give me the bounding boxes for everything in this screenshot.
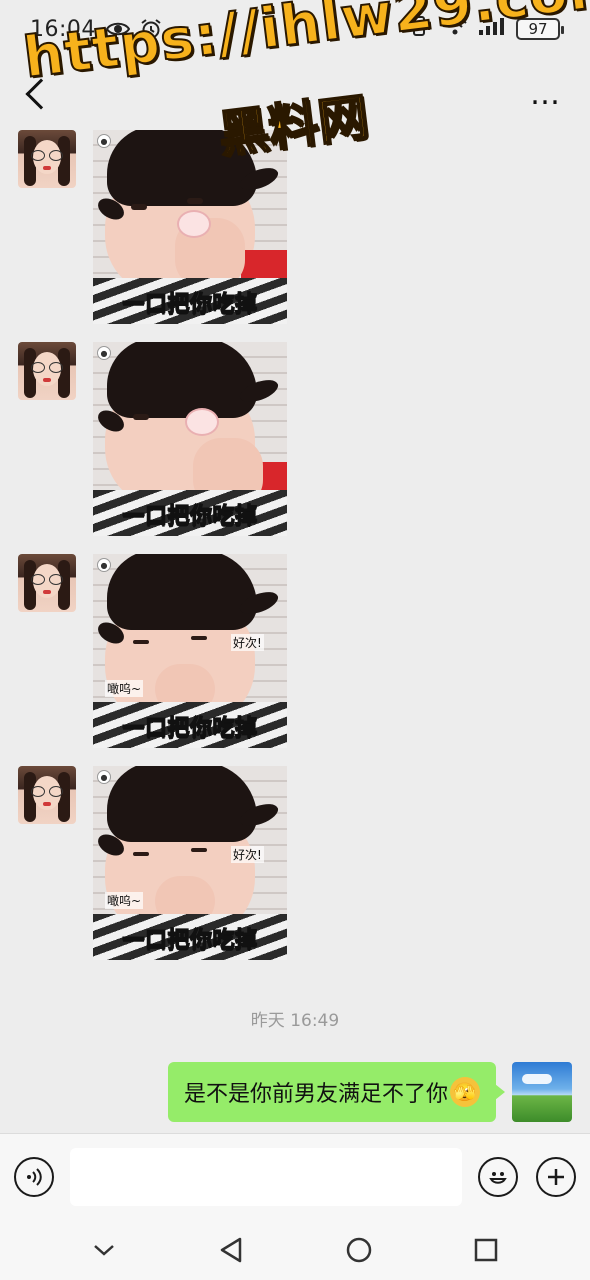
more-options-button[interactable]: … [530,77,562,112]
sticker-text-a: 好次! [231,846,264,863]
gif-badge-icon: ● [97,558,111,572]
contact-avatar[interactable] [18,766,76,824]
recents-square-icon[interactable] [466,1230,506,1270]
plus-icon[interactable] [536,1156,576,1197]
voice-icon[interactable] [14,1156,54,1197]
sticker-caption: 一口把你吃掉 [122,291,258,317]
sticker-image[interactable]: 好次! 噉呜~ ● 一口把你吃掉 [93,554,287,748]
message-timestamp: 昨天 16:49 [250,1011,340,1031]
system-nav-bar [0,1219,590,1280]
status-time: 16:04 [30,16,96,42]
battery-indicator: 97 [516,18,564,40]
received-message: 好次! 噉呜~ ● 一口把你吃掉 [18,766,287,960]
contact-avatar[interactable] [18,342,76,400]
gif-badge-icon: ● [97,134,111,148]
sticker-caption: 一口把你吃掉 [122,927,258,953]
my-avatar[interactable] [512,1062,572,1122]
message-input[interactable] [70,1147,462,1206]
gif-badge-icon: ● [97,770,111,784]
sticker-text-b: 噉呜~ [105,892,144,909]
received-message: ● 一口把你吃掉 [18,130,287,324]
contact-avatar[interactable] [18,554,76,612]
sticker-image[interactable]: ● 一口把你吃掉 [93,130,287,324]
sticker-image[interactable]: ● 一口把你吃掉 [93,342,287,536]
gif-badge-icon: ● [97,346,111,360]
vibrate-icon [406,15,432,43]
chevron-down-icon[interactable] [84,1230,124,1270]
back-arrow-icon[interactable] [25,78,57,110]
chat-header: … [0,58,590,130]
message-list[interactable]: ● 一口把你吃掉 ● 一口把你吃掉 好次! 噉呜~ ● 一口把你吃掉 好次! 噉… [0,130,590,1133]
sticker-image[interactable]: 好次! 噉呜~ ● 一口把你吃掉 [93,766,287,960]
alarm-icon [140,18,162,40]
received-message: ● 一口把你吃掉 [18,342,287,536]
status-bar: 16:04 97 [0,0,590,58]
sticker-caption: 一口把你吃掉 [122,715,258,741]
sticker-text-a: 好次! [231,634,264,651]
sent-message: 是不是你前男友满足不了你 🫣 [167,1062,572,1122]
received-message: 好次! 噉呜~ ● 一口把你吃掉 [18,554,287,748]
message-bubble[interactable]: 是不是你前男友满足不了你 🫣 [167,1062,506,1122]
battery-level: 97 [528,20,548,38]
chat-input-bar [0,1133,590,1219]
signal-icon [478,16,506,42]
contact-avatar[interactable] [18,130,76,188]
wifi-icon [442,16,468,42]
eye-icon [105,20,130,38]
sticker-text-b: 噉呜~ [105,680,144,697]
emoji-icon: 🫣 [450,1077,480,1107]
back-triangle-icon[interactable] [211,1230,251,1270]
message-text: 是不是你前男友满足不了你 [183,1082,448,1107]
home-circle-icon[interactable] [339,1230,379,1270]
smile-icon[interactable] [478,1156,518,1197]
sticker-caption: 一口把你吃掉 [122,503,258,529]
